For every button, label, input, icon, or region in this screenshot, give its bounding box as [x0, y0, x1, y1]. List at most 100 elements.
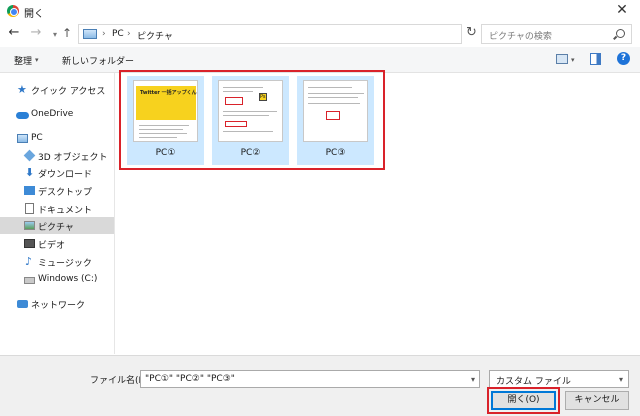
- file-name: PC③: [325, 148, 346, 158]
- search-icon: [616, 29, 625, 38]
- thumbnail-text-line: [139, 129, 183, 130]
- file-name: PC①: [155, 148, 176, 158]
- drive-icon: [24, 277, 35, 284]
- preview-pane-icon[interactable]: [590, 53, 601, 65]
- thumbnail-text-line: [223, 131, 273, 132]
- thumbnail-red-box: [225, 121, 247, 127]
- file-item-pc3[interactable]: PC③: [297, 76, 374, 165]
- thumbnail-image: [303, 80, 368, 142]
- filename-value[interactable]: "PC①" "PC②" "PC③": [145, 374, 235, 384]
- cancel-button[interactable]: キャンセル: [565, 391, 629, 410]
- thumbnail-text-line: [223, 87, 263, 88]
- thumbnail-red-box: [326, 111, 340, 120]
- close-icon[interactable]: ✕: [614, 2, 630, 18]
- sidebar-item-label: クイック アクセス: [31, 87, 106, 97]
- sidebar-item-music[interactable]: ♪ ミュージック: [0, 253, 114, 270]
- thumbnail-image: Twitter 一括アップくん: [133, 80, 198, 142]
- navigation-pane: ★ クイック アクセス OneDrive PC 3D オブジェクト ⬇ ダウンロ…: [0, 73, 115, 354]
- thumbnail-title: Twitter 一括アップくん: [140, 90, 197, 96]
- cube-icon: [23, 149, 36, 162]
- sidebar-item-3d-objects[interactable]: 3D オブジェクト: [0, 147, 114, 164]
- help-icon[interactable]: ?: [617, 52, 630, 65]
- view-options-icon[interactable]: [556, 54, 568, 64]
- search-placeholder: ピクチャの検索: [489, 32, 552, 42]
- chrome-icon: [7, 5, 19, 17]
- chevron-down-icon[interactable]: ▾: [619, 375, 623, 384]
- chevron-down-icon[interactable]: ▾: [571, 56, 575, 64]
- window-title: 開く: [24, 9, 44, 20]
- thumbnail-text-line: [308, 87, 352, 88]
- sidebar-item-windows-c[interactable]: Windows (C:): [0, 271, 114, 288]
- new-folder-button[interactable]: 新しいフォルダー: [62, 54, 134, 67]
- sidebar-item-network[interactable]: ネットワーク: [0, 295, 114, 312]
- file-type-value[interactable]: カスタム ファイル: [496, 374, 571, 387]
- thumbnail-text-line: [139, 125, 189, 126]
- address-bar[interactable]: › PC › ピクチャ ▾: [78, 24, 538, 44]
- address-row: ← → ▾ ↑ › PC › ピクチャ ▾ ↻ ピクチャの検索: [0, 22, 640, 46]
- file-type-select[interactable]: カスタム ファイル ▾: [489, 370, 629, 388]
- pictures-icon: [24, 221, 35, 230]
- thumbnail-text-line: [308, 93, 364, 94]
- thumbnail-text-line: [223, 91, 253, 92]
- file-name: PC②: [240, 148, 261, 158]
- title-bar: 開く ✕: [0, 0, 640, 22]
- thumbnail-badge-text: Ps: [260, 94, 266, 100]
- open-button[interactable]: 開く(O): [491, 391, 556, 410]
- thumbnail-text-line: [223, 115, 269, 116]
- thumbnail-text-line: [308, 97, 358, 98]
- sidebar-item-label: ドキュメント: [38, 206, 93, 216]
- thumbnail-text-line: [223, 111, 277, 112]
- sidebar-item-onedrive[interactable]: OneDrive: [0, 106, 114, 123]
- file-item-pc2[interactable]: Ps PC②: [212, 76, 289, 165]
- desktop-icon: [24, 186, 35, 195]
- filename-field[interactable]: "PC①" "PC②" "PC③" ▾: [140, 370, 480, 388]
- document-icon: [25, 203, 34, 214]
- sidebar-item-label: ネットワーク: [31, 301, 86, 311]
- thumbnail-text-line: [139, 133, 187, 134]
- sidebar-item-label: Windows (C:): [38, 274, 98, 284]
- thumbnail-red-box: [225, 97, 243, 105]
- back-button[interactable]: ←: [7, 25, 21, 41]
- breadcrumb-separator-icon[interactable]: ›: [102, 29, 106, 39]
- sidebar-item-label: ピクチャ: [38, 223, 74, 233]
- video-icon: [24, 239, 35, 248]
- thumbnail-text-line: [139, 137, 177, 138]
- sidebar-item-videos[interactable]: ビデオ: [0, 235, 114, 252]
- sidebar-item-label: PC: [31, 133, 43, 143]
- dialog-footer: ファイル名(N): "PC①" "PC②" "PC③" ▾ カスタム ファイル …: [0, 355, 640, 416]
- thumbnail-image: Ps: [218, 80, 283, 142]
- sidebar-item-label: デスクトップ: [38, 188, 93, 198]
- download-icon: ⬇: [25, 166, 35, 179]
- sidebar-item-documents[interactable]: ドキュメント: [0, 200, 114, 217]
- breadcrumb-pc[interactable]: PC: [112, 29, 124, 39]
- search-input[interactable]: ピクチャの検索: [481, 24, 632, 44]
- sidebar-item-quick-access[interactable]: ★ クイック アクセス: [0, 81, 114, 98]
- star-icon: ★: [17, 83, 27, 96]
- thumbnail-text-line: [308, 103, 360, 104]
- sidebar-item-desktop[interactable]: デスクトップ: [0, 182, 114, 199]
- sidebar-item-downloads[interactable]: ⬇ ダウンロード: [0, 164, 114, 181]
- breadcrumb-pictures[interactable]: ピクチャ: [137, 29, 173, 42]
- sidebar-item-pc[interactable]: PC: [0, 130, 114, 147]
- chevron-down-icon[interactable]: ▾: [35, 56, 39, 64]
- organize-button[interactable]: 整理: [14, 54, 32, 67]
- sidebar-item-label: OneDrive: [31, 109, 74, 119]
- up-button[interactable]: ↑: [60, 25, 74, 41]
- thumbnail-badge: Ps: [259, 93, 267, 101]
- sidebar-item-label: 3D オブジェクト: [38, 153, 108, 163]
- sidebar-item-label: ビデオ: [38, 241, 66, 251]
- sidebar-item-pictures[interactable]: ピクチャ: [0, 217, 114, 234]
- file-item-pc1[interactable]: Twitter 一括アップくん PC①: [127, 76, 204, 165]
- refresh-button[interactable]: ↻: [466, 25, 477, 40]
- pc-icon: [17, 134, 28, 143]
- forward-button[interactable]: →: [29, 25, 43, 41]
- pc-icon: [83, 29, 97, 39]
- file-list: Twitter 一括アップくん PC① Ps PC② PC③: [116, 70, 640, 354]
- breadcrumb-separator-icon[interactable]: ›: [127, 29, 131, 39]
- cloud-icon: [16, 112, 29, 119]
- sidebar-item-label: ダウンロード: [38, 170, 93, 180]
- network-icon: [17, 300, 28, 308]
- sidebar-item-label: ミュージック: [38, 259, 92, 269]
- music-icon: ♪: [25, 255, 33, 268]
- chevron-down-icon[interactable]: ▾: [471, 375, 475, 384]
